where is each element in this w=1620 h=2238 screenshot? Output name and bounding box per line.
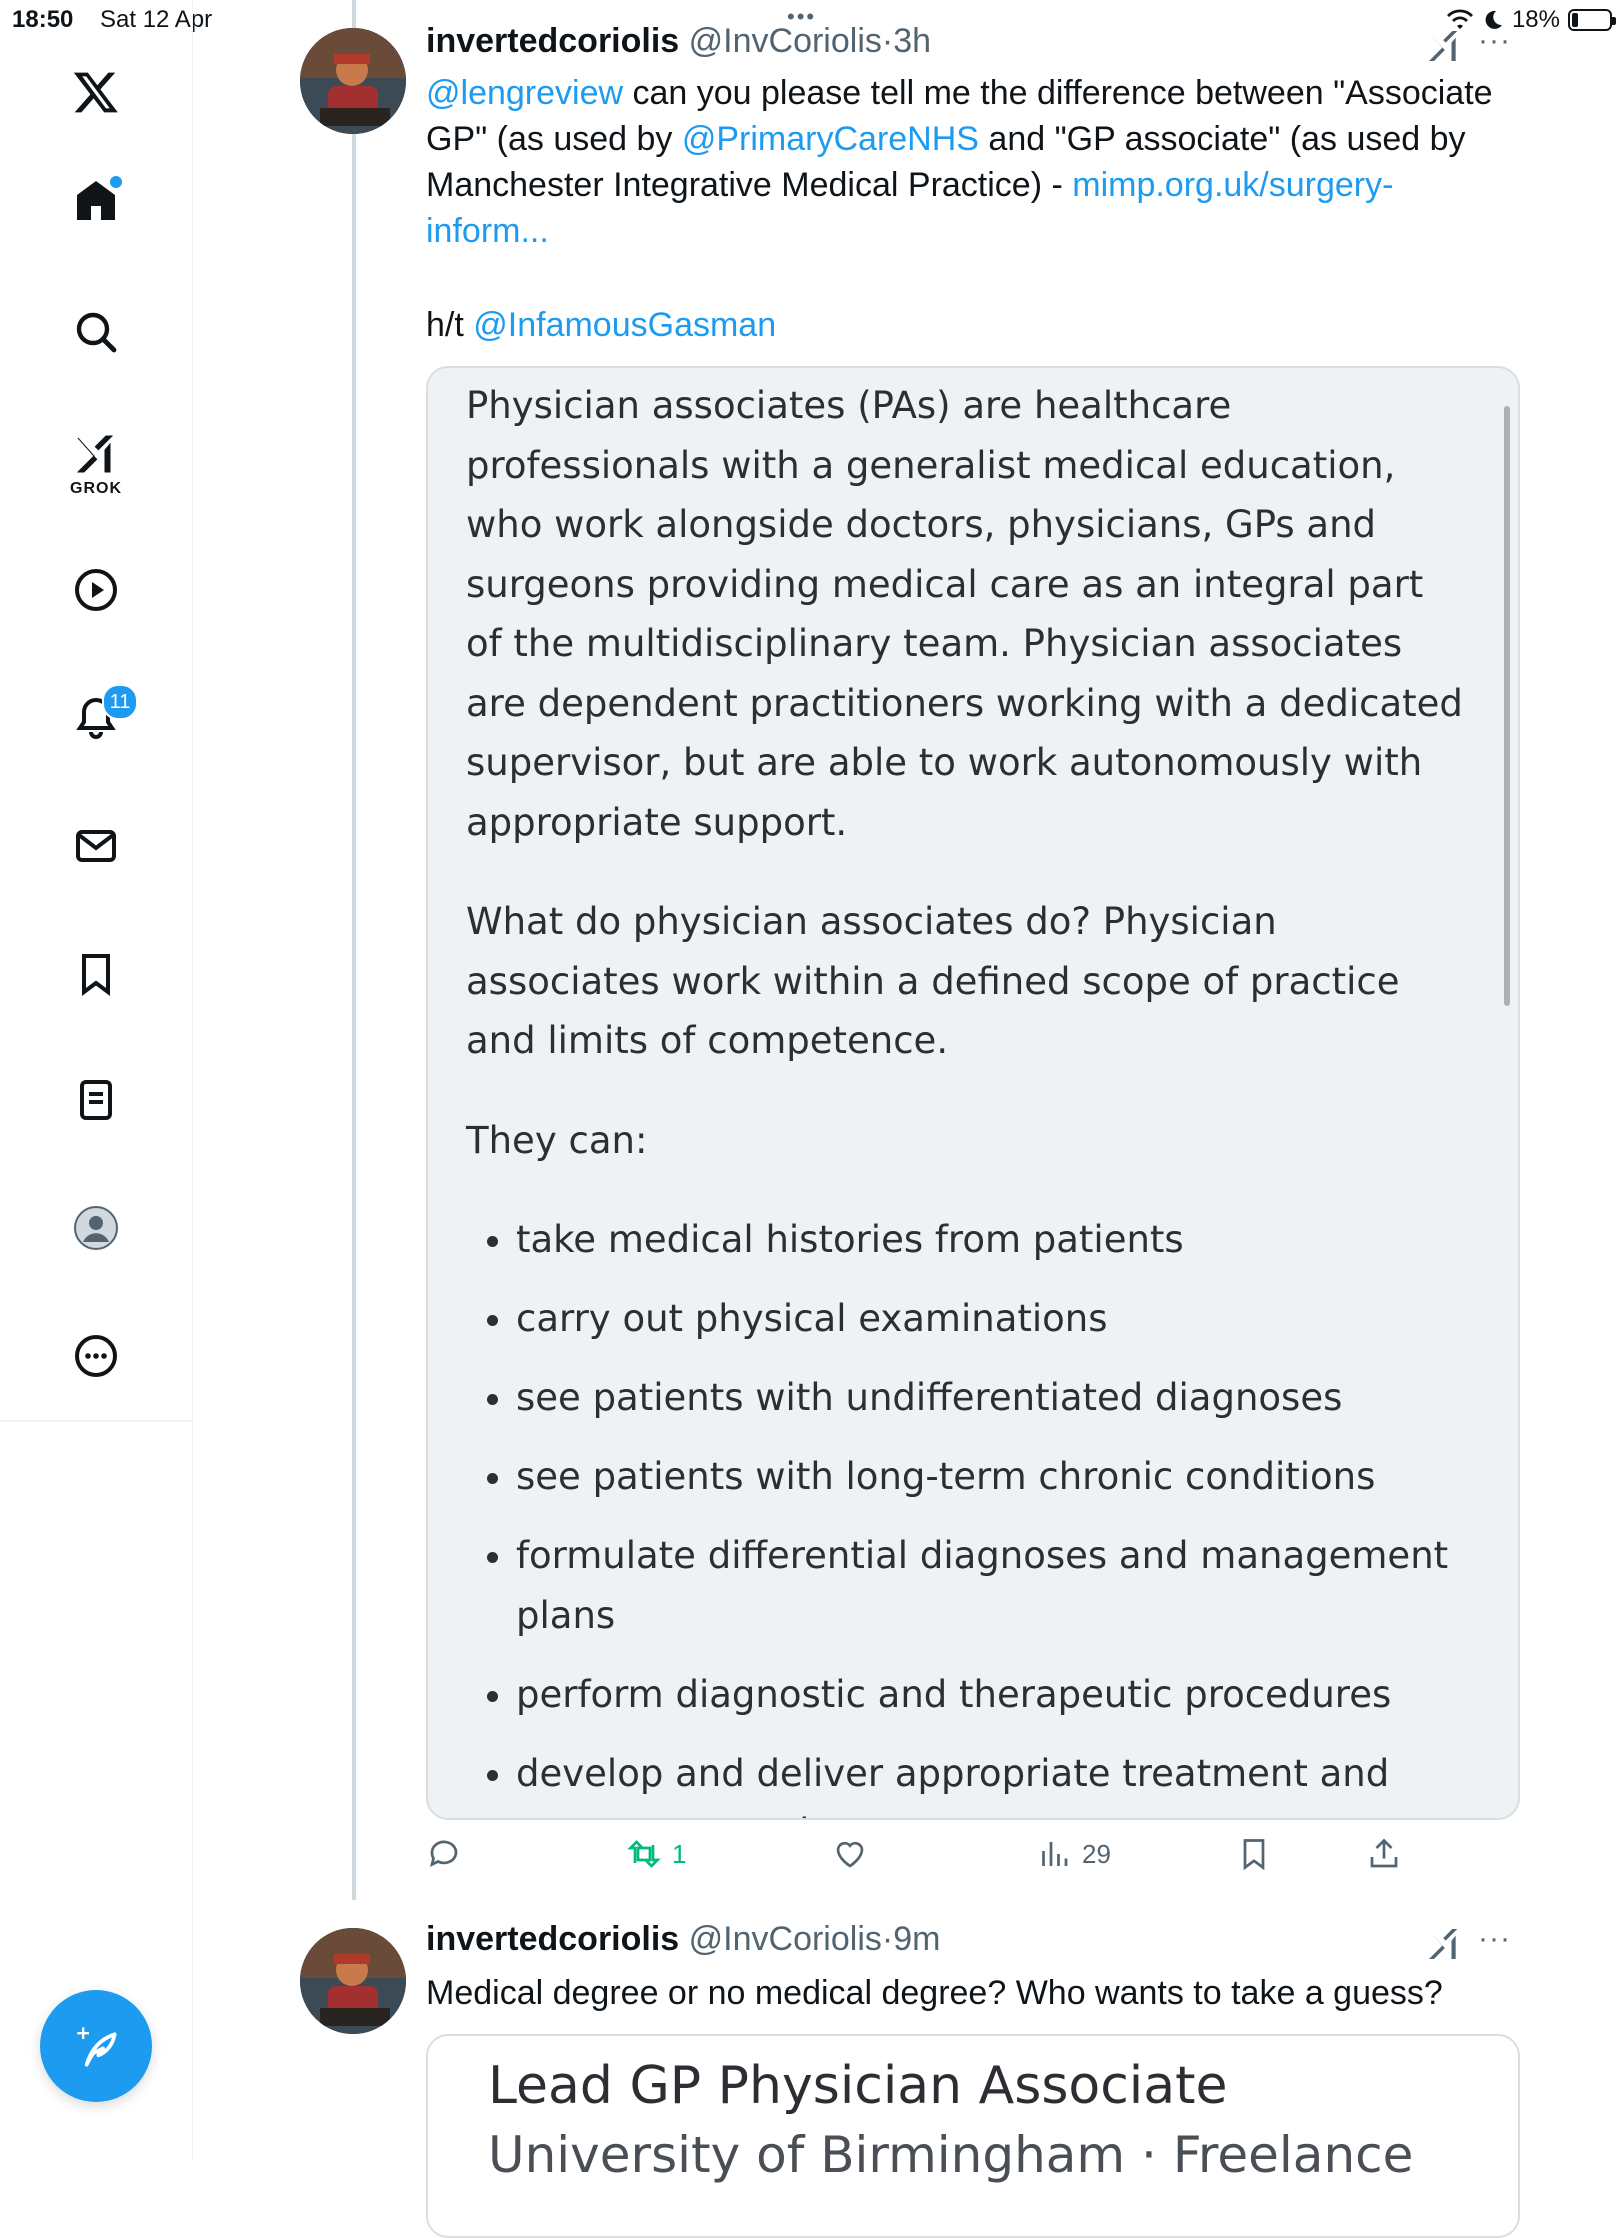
mention-link[interactable]: @lengreview bbox=[426, 74, 623, 112]
grok-explain-icon[interactable] bbox=[1422, 1924, 1466, 1964]
like-button[interactable] bbox=[832, 1836, 868, 1872]
reply-button[interactable] bbox=[426, 1836, 462, 1872]
list-item: develop and deliver appropriate treatmen… bbox=[516, 1744, 1466, 1819]
image-bullet-list: take medical histories from patients car… bbox=[466, 1210, 1466, 1819]
list-item: perform diagnostic and therapeutic proce… bbox=[516, 1665, 1466, 1725]
retweet-icon bbox=[627, 1840, 661, 1868]
mention-link[interactable]: @InfamousGasman bbox=[473, 306, 776, 344]
reply-icon bbox=[429, 1840, 458, 1868]
separator: · bbox=[881, 22, 894, 60]
list-item: see patients with long-term chronic cond… bbox=[516, 1447, 1466, 1507]
handle[interactable]: @InvCoriolis bbox=[689, 22, 882, 60]
notifications-badge: 11 bbox=[102, 684, 138, 720]
avatar[interactable] bbox=[300, 28, 406, 134]
image-text: Physician associates (PAs) are healthcar… bbox=[466, 376, 1466, 1819]
home-icon[interactable] bbox=[66, 170, 126, 230]
tweet-header: invertedcoriolis @InvCoriolis·9m bbox=[426, 1920, 940, 1959]
timestamp[interactable]: 9m bbox=[893, 1920, 940, 1958]
image-paragraph: Physician associates (PAs) are healthcar… bbox=[466, 384, 1463, 844]
list-item: see patients with undifferentiated diagn… bbox=[516, 1368, 1466, 1428]
handle[interactable]: @InvCoriolis bbox=[689, 1920, 882, 1958]
more-icon[interactable] bbox=[66, 1326, 126, 1386]
share-icon bbox=[1370, 1838, 1398, 1868]
hat-tip-line: h/t @InfamousGasman bbox=[426, 302, 1516, 348]
list-item: formulate differential diagnoses and man… bbox=[516, 1526, 1466, 1645]
grok-explain-icon[interactable] bbox=[1422, 26, 1466, 66]
grok-icon[interactable] bbox=[66, 424, 126, 484]
bookmark-icon bbox=[1243, 1839, 1265, 1871]
views-button[interactable]: 29 bbox=[1036, 1836, 1111, 1872]
hat-tip-prefix: h/t bbox=[426, 306, 474, 344]
tweet-header: invertedcoriolis @InvCoriolis·3h bbox=[426, 22, 931, 61]
battery-icon bbox=[1568, 9, 1616, 31]
notifications-icon[interactable]: 11 bbox=[66, 684, 138, 748]
embedded-image-card[interactable]: Physician associates (PAs) are healthcar… bbox=[426, 366, 1520, 1820]
retweet-button[interactable]: 1 bbox=[626, 1836, 686, 1872]
battery-percent: 18% bbox=[1511, 6, 1560, 33]
image-paragraph: What do physician associates do? Physici… bbox=[466, 900, 1400, 1062]
retweet-count: 1 bbox=[672, 1838, 687, 1869]
heart-icon bbox=[836, 1841, 864, 1868]
image-paragraph: They can: bbox=[466, 1118, 648, 1162]
tweet-body: @lengreview can you please tell me the d… bbox=[426, 70, 1516, 254]
display-name[interactable]: invertedcoriolis bbox=[426, 22, 679, 60]
battery-fill bbox=[1572, 13, 1579, 27]
list-item: take medical histories from patients bbox=[516, 1210, 1466, 1270]
bookmarks-icon[interactable] bbox=[66, 944, 126, 1004]
grok-label: GROK bbox=[70, 480, 122, 497]
avatar[interactable] bbox=[300, 1928, 406, 2034]
compose-button[interactable] bbox=[40, 1990, 152, 2102]
image-subtitle: University of Birmingham · Freelance bbox=[488, 2126, 1414, 2184]
image-title: Lead GP Physician Associate bbox=[488, 2056, 1228, 2116]
image-scrollbar bbox=[1504, 406, 1510, 1006]
more-options-icon[interactable]: ··· bbox=[1478, 1922, 1511, 1956]
tweet-body: Medical degree or no medical degree? Who… bbox=[426, 1974, 1443, 2012]
bookmark-button[interactable] bbox=[1236, 1836, 1272, 1872]
tweet-actions: 1 29 bbox=[426, 1836, 1436, 1886]
thread-connector bbox=[352, 0, 356, 1900]
search-icon[interactable] bbox=[66, 302, 126, 362]
views-count: 29 bbox=[1082, 1838, 1111, 1869]
messages-icon[interactable] bbox=[66, 816, 126, 876]
sidebar-divider bbox=[0, 1420, 192, 1422]
display-name[interactable]: invertedcoriolis bbox=[426, 1920, 679, 1958]
share-button[interactable] bbox=[1366, 1836, 1402, 1872]
video-icon[interactable] bbox=[66, 560, 126, 620]
separator: · bbox=[881, 1920, 894, 1958]
more-options-icon[interactable]: ··· bbox=[1478, 24, 1511, 58]
status-right: 18% bbox=[1446, 6, 1616, 34]
profile-icon[interactable] bbox=[66, 1198, 126, 1258]
list-item: carry out physical examinations bbox=[516, 1289, 1466, 1349]
x-logo-icon[interactable] bbox=[66, 62, 126, 122]
embedded-image-card[interactable]: Lead GP Physician Associate University o… bbox=[426, 2034, 1520, 2238]
lists-icon[interactable] bbox=[66, 1070, 126, 1130]
compose-icon bbox=[77, 2027, 117, 2067]
timestamp[interactable]: 3h bbox=[893, 22, 931, 60]
analytics-icon bbox=[1042, 1842, 1068, 1866]
mention-link[interactable]: @PrimaryCareNHS bbox=[682, 120, 979, 158]
sidebar: GROK 11 bbox=[0, 0, 193, 2160]
home-unread-dot bbox=[110, 176, 122, 188]
